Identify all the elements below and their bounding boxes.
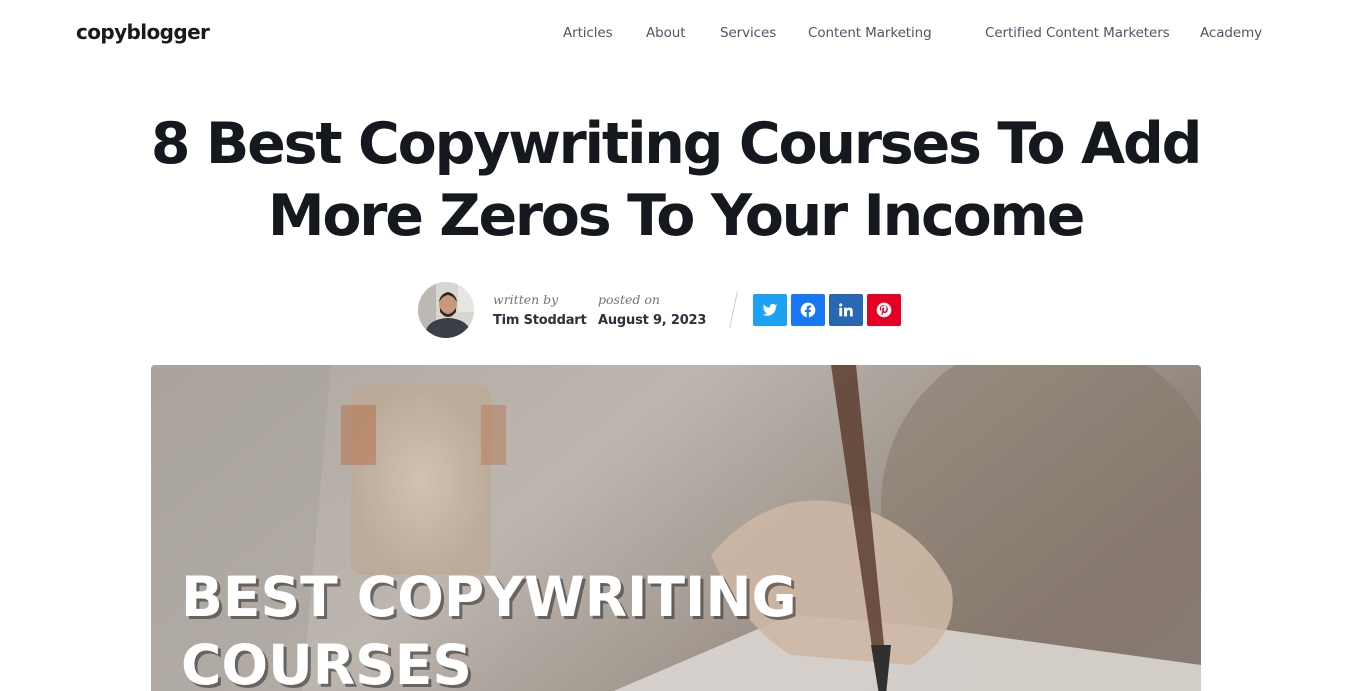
- author-avatar[interactable]: [418, 282, 474, 338]
- facebook-icon: [800, 302, 816, 318]
- nav-item-articles[interactable]: Articles: [563, 25, 613, 41]
- main-nav: Articles About Services Content Marketin…: [0, 25, 1351, 45]
- share-linkedin-button[interactable]: [829, 294, 863, 326]
- pinterest-icon: [876, 302, 892, 318]
- share-facebook-button[interactable]: [791, 294, 825, 326]
- share-twitter-button[interactable]: [753, 294, 787, 326]
- author-name[interactable]: Tim Stoddart: [493, 313, 587, 328]
- meta-divider: [729, 292, 738, 328]
- article-title: 8 Best Copywriting Courses To Add More Z…: [100, 108, 1251, 252]
- nav-item-certified-content-marketers[interactable]: Certified Content Marketers: [985, 25, 1170, 41]
- site-header: copyblogger Articles About Services Cont…: [0, 0, 1351, 66]
- twitter-icon: [762, 303, 778, 316]
- nav-item-content-marketing[interactable]: Content Marketing: [808, 25, 932, 41]
- article-meta: written by Tim Stoddart posted on August…: [0, 282, 1351, 340]
- article-title-line-1: 8 Best Copywriting Courses To Add: [150, 111, 1203, 177]
- featured-image-heading: BEST COPYWRITING COURSES: [181, 563, 797, 691]
- featured-image: BEST COPYWRITING COURSES: [151, 365, 1201, 691]
- article-title-line-2: More Zeros To Your Income: [267, 183, 1086, 249]
- author-photo: [418, 282, 474, 338]
- nav-item-services[interactable]: Services: [720, 25, 776, 41]
- date-label: posted on: [598, 292, 660, 307]
- post-date: August 9, 2023: [598, 313, 707, 328]
- featured-heading-line-1: BEST COPYWRITING: [181, 565, 797, 629]
- nav-item-academy[interactable]: Academy: [1200, 25, 1262, 41]
- featured-heading-line-2: COURSES: [181, 633, 472, 691]
- author-label: written by: [493, 292, 559, 307]
- linkedin-icon: [839, 303, 853, 317]
- nav-item-about[interactable]: About: [646, 25, 686, 41]
- share-pinterest-button[interactable]: [867, 294, 901, 326]
